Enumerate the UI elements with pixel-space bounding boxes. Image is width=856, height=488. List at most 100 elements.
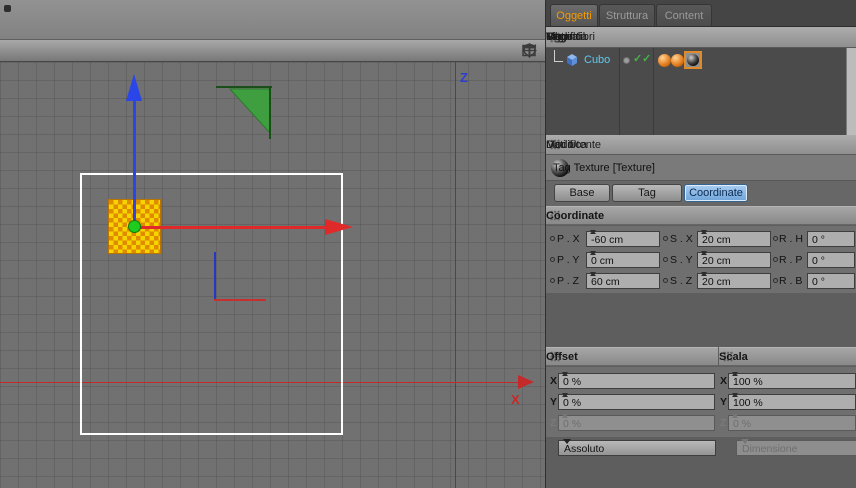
object-manager[interactable]: Cubo ✓ ✓ [546, 48, 856, 135]
axis-label: X [550, 375, 558, 387]
axis-label: Z [550, 417, 557, 429]
visibility-dot-icon[interactable] [623, 57, 630, 64]
axis-x-label: X [511, 392, 520, 407]
offset-z-field: 0 % [558, 414, 715, 431]
coordinate-rows: P . X -60 cm S . X 20 cm R . H 0 ° P . Y [546, 226, 856, 293]
object-name[interactable]: Cubo [584, 54, 610, 66]
toolbar-dot [4, 5, 11, 12]
mode-select[interactable]: Assoluto [558, 438, 716, 456]
tab-struttura[interactable]: Struttura [599, 4, 655, 26]
menu-segnalibri[interactable]: Segnalibri [546, 31, 595, 43]
scala-section-header[interactable]: Scala [719, 347, 856, 366]
keyframe-dot-icon[interactable] [773, 236, 778, 241]
offset-y-field[interactable]: 0 % [558, 393, 715, 410]
sz-field[interactable]: 20 cm [697, 272, 771, 289]
sx-field[interactable]: 20 cm [697, 230, 771, 247]
coordinate-row: P . X -60 cm S . X 20 cm R . H 0 ° [546, 230, 856, 248]
object-axis-y-line [214, 252, 216, 300]
keyframe-dot-icon[interactable] [550, 257, 555, 262]
pz-field[interactable]: 60 cm [586, 272, 660, 289]
world-axis-z-line [455, 62, 456, 488]
px-field[interactable]: -60 cm [586, 230, 660, 247]
attribute-title: Tag Texture [Texture] [553, 161, 655, 174]
material-sphere-icon [687, 54, 699, 66]
rp-field[interactable]: 0 ° [807, 252, 855, 268]
keyframe-dot-icon[interactable] [550, 236, 555, 241]
axis-label: X [720, 375, 728, 387]
viewport-header [0, 40, 545, 62]
column-divider [653, 48, 654, 135]
mapping-row: X 0 % X 100 % [546, 372, 856, 390]
keyframe-dot-icon[interactable] [663, 257, 668, 262]
attribute-manager-menubar: Modo Modifica Dati Utente [546, 135, 856, 155]
texture-tag-icon[interactable] [658, 54, 671, 67]
param-label: S . X [670, 233, 693, 245]
rb-field[interactable]: 0 ° [807, 273, 855, 289]
enabled-check-icon[interactable]: ✓ [633, 52, 642, 65]
cube-object-icon[interactable] [564, 52, 580, 68]
param-label: P . Z [557, 275, 579, 287]
scale-x-field[interactable]: 100 % [728, 372, 856, 389]
axis-label: Y [550, 396, 558, 408]
py-field[interactable]: 0 cm [586, 251, 660, 268]
keyframe-dot-icon[interactable] [773, 278, 778, 283]
tab-coordinate[interactable]: Coordinate [684, 184, 748, 202]
texture-gizmo-y-arrow[interactable] [126, 74, 142, 101]
enabled-check-icon[interactable]: ✓ [642, 52, 651, 65]
keyframe-dot-icon[interactable] [663, 278, 668, 283]
top-toolbar [0, 0, 545, 40]
coordinate-section-header[interactable]: Coordinate [546, 206, 856, 225]
scale-z-field: 0 % [728, 414, 856, 431]
axis-label: Y [720, 396, 728, 408]
mapping-rows: X 0 % X 100 % Y 0 % Y 100 % Z 0 % Z 0 % [546, 367, 856, 437]
param-label: S . Z [670, 275, 693, 287]
keyframe-dot-icon[interactable] [550, 278, 555, 283]
rh-field[interactable]: 0 ° [807, 231, 855, 247]
coordinate-row: P . Y 0 cm S . Y 20 cm R . P 0 ° [546, 251, 856, 269]
tab-content[interactable]: Content [656, 4, 712, 26]
menu-dati-utente[interactable]: Dati Utente [546, 139, 601, 151]
coordinate-row: P . Z 60 cm S . Z 20 cm R . B 0 ° [546, 272, 856, 290]
keyframe-dot-icon[interactable] [773, 257, 778, 262]
offset-x-field[interactable]: 0 % [558, 372, 715, 389]
texture-gizmo-center-handle[interactable] [128, 220, 141, 233]
texture-tag-icon[interactable] [671, 54, 684, 67]
sy-field[interactable]: 20 cm [697, 251, 771, 268]
chevron-down-icon [740, 438, 749, 444]
section-title: Coordinate [546, 209, 605, 222]
maximize-view-icon[interactable] [521, 43, 537, 58]
right-panel: Oggetti Struttura Content File Modifica … [545, 0, 856, 488]
texture-tag-selected[interactable] [684, 51, 702, 69]
keyframe-dot-icon[interactable] [663, 236, 668, 241]
hierarchy-branch-line [554, 50, 563, 62]
texture-gizmo-x-arrow[interactable] [325, 219, 353, 235]
axis-z-label: Z [460, 70, 468, 85]
mapping-row-disabled: Z 0 % Z 0 % [546, 414, 856, 432]
attribute-tabs: Base Tag Coordinate [546, 181, 856, 206]
section-title: Scala [719, 350, 748, 363]
viewport[interactable]: Z X [0, 62, 545, 488]
offset-section-header[interactable]: Offset [546, 347, 718, 366]
param-label: R . P [779, 254, 803, 266]
param-label: P . X [557, 233, 580, 245]
param-label: P . Y [557, 254, 580, 266]
world-axis-x-arrowhead [518, 375, 534, 389]
cinema4d-window: Z X Oggetti Struttura Content File Modif… [0, 0, 856, 488]
object-axis-x-line [214, 299, 266, 301]
tab-base[interactable]: Base [554, 184, 610, 202]
texture-gizmo-x-line [140, 226, 326, 229]
texture-gizmo-y-line [133, 100, 136, 224]
tab-oggetti[interactable]: Oggetti [550, 4, 598, 26]
tab-tag[interactable]: Tag [612, 184, 682, 202]
size-select-disabled: Dimensione [736, 438, 856, 456]
manager-tabbar: Oggetti Struttura Content [546, 0, 856, 27]
object-manager-menubar: File Modifica Vista Oggetti Tag Segnalib… [546, 27, 856, 48]
param-label: S . Y [670, 254, 693, 266]
chevron-down-icon [562, 438, 571, 444]
object-manager-scrollbar[interactable] [846, 48, 856, 135]
column-divider [619, 48, 620, 135]
param-label: R . B [779, 275, 803, 287]
mapping-dropdown-row: Assoluto Dimensione [546, 437, 856, 459]
scale-y-field[interactable]: 100 % [728, 393, 856, 410]
section-title: Offset [546, 350, 578, 363]
